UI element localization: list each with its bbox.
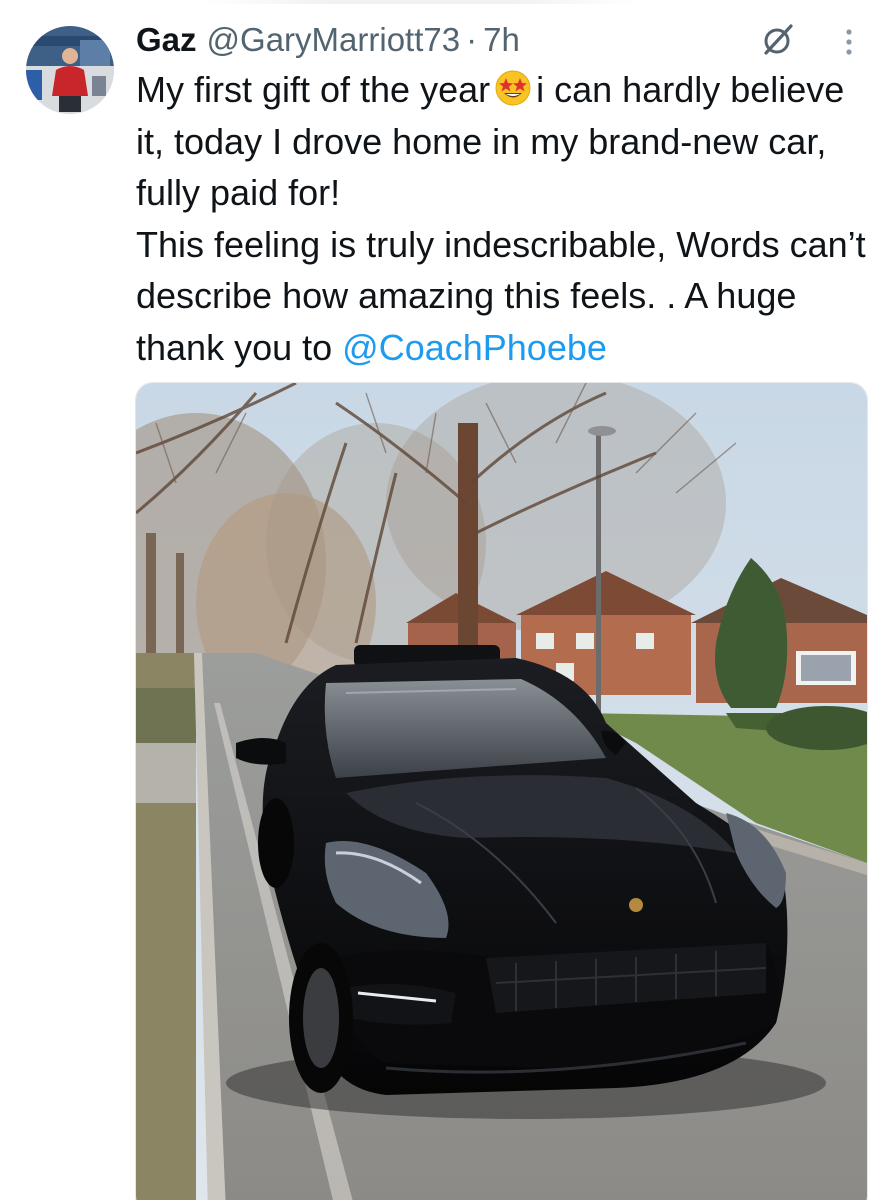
tweet-text: My first gift of the year i can hardly b… — [136, 64, 866, 373]
tweet-paragraph-2: This feeling is truly indescribable, Wor… — [136, 219, 866, 374]
tweet-photo[interactable] — [135, 382, 868, 1200]
tweet-paragraph-1: My first gift of the year i can hardly b… — [136, 64, 866, 219]
author-handle[interactable]: @GaryMarriott73 — [207, 21, 461, 59]
more-vertical-icon[interactable] — [834, 24, 864, 60]
timestamp[interactable]: 7h — [483, 21, 520, 59]
mention-link[interactable]: @CoachPhoebe — [342, 327, 607, 368]
star-struck-emoji-icon — [494, 69, 532, 107]
author-name[interactable]: Gaz — [136, 21, 197, 59]
avatar[interactable] — [26, 26, 114, 114]
grok-icon[interactable] — [760, 22, 796, 58]
separator-dot: · — [466, 21, 478, 58]
tweet-text-part: My first gift of the year — [136, 69, 491, 110]
tweet-card[interactable]: Gaz @GaryMarriott73 · 7h My first gift o… — [0, 0, 893, 1200]
tweet-header: Gaz @GaryMarriott73 · 7h — [136, 16, 520, 64]
